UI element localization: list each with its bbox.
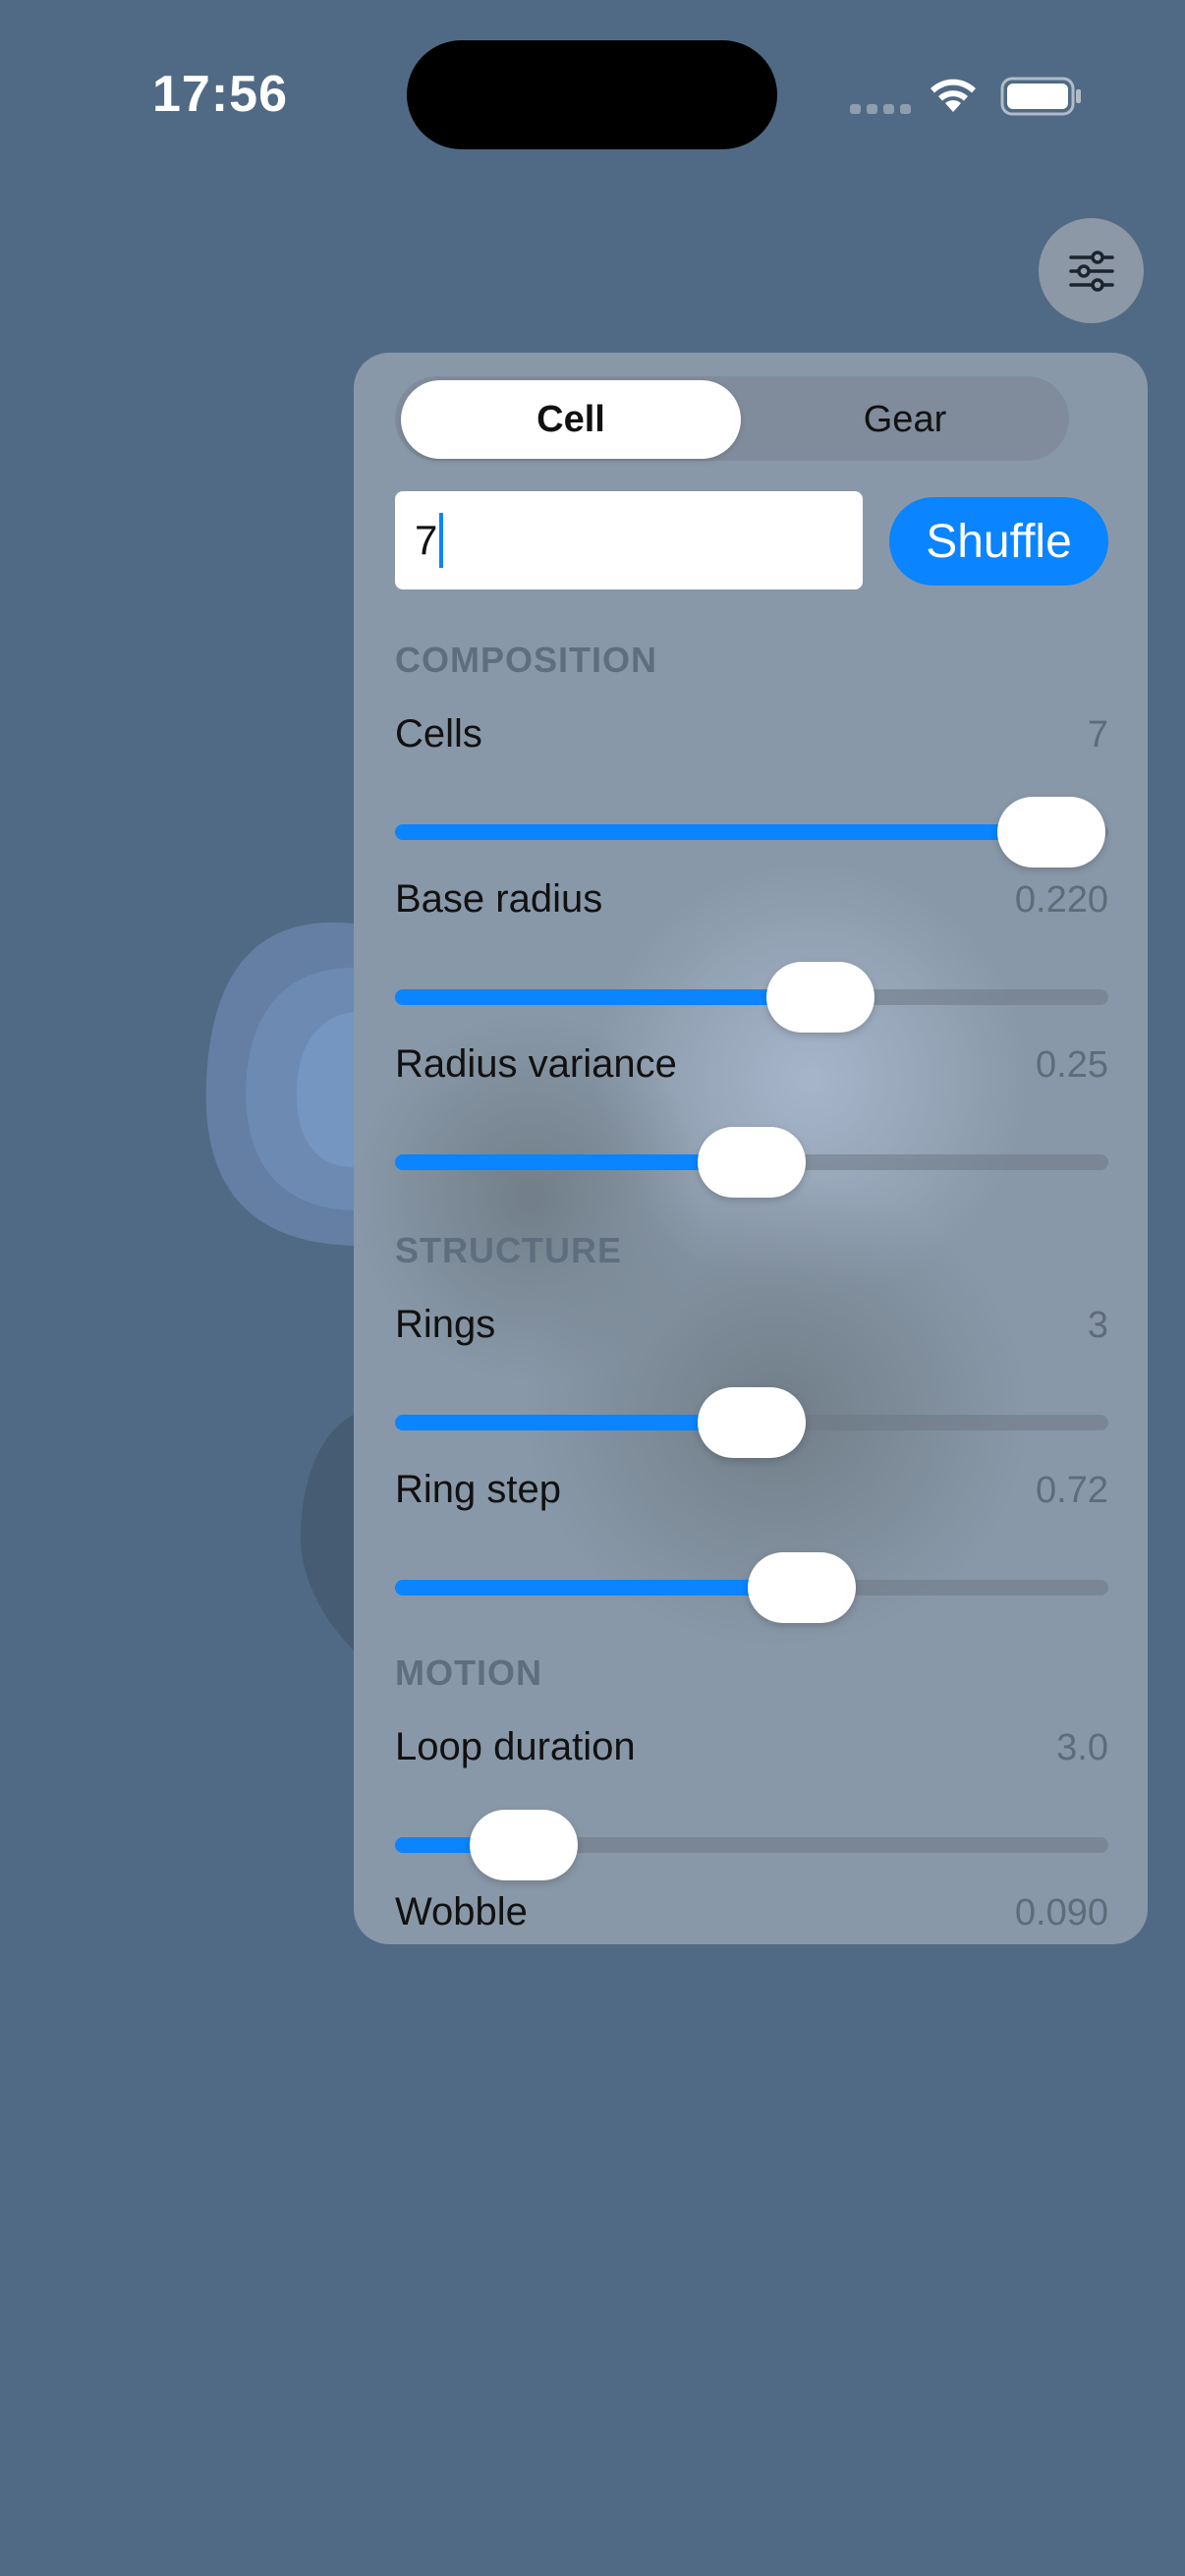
ring-step-slider-fill <box>395 1580 802 1596</box>
tab-gear[interactable]: Gear <box>735 380 1075 459</box>
dynamic-island <box>407 40 777 149</box>
wobble-label: Wobble <box>395 1890 528 1933</box>
section-title-composition: COMPOSITION <box>395 640 658 680</box>
cells-slider-thumb[interactable] <box>997 797 1105 868</box>
wifi-icon <box>931 79 976 112</box>
base-radius-value: 0.220 <box>1014 879 1108 921</box>
settings-toggle-button[interactable] <box>1039 218 1144 323</box>
loop-duration-label: Loop duration <box>395 1725 636 1768</box>
status-time: 17:56 <box>152 66 288 123</box>
settings-panel: Cell Gear 7 Shuffle COMPOSITION Cells 7 Bas… <box>354 353 1148 1944</box>
rings-value: 3 <box>1087 1305 1108 1346</box>
cells-slider[interactable] <box>395 797 1108 868</box>
rings-slider-thumb[interactable] <box>698 1387 806 1458</box>
cells-label: Cells <box>395 712 482 756</box>
radius-variance-slider-thumb[interactable] <box>698 1127 806 1198</box>
rings-label: Rings <box>395 1303 496 1346</box>
rings-slider[interactable] <box>395 1387 1108 1458</box>
loop-duration-value: 3.0 <box>1056 1727 1108 1768</box>
radius-variance-value: 0.25 <box>1036 1044 1108 1086</box>
cells-value: 7 <box>1087 714 1108 756</box>
seed-input[interactable]: 7 <box>395 491 863 589</box>
base-radius-slider-thumb[interactable] <box>766 962 875 1033</box>
wobble-value: 0.090 <box>1014 1892 1108 1933</box>
ring-step-label: Ring step <box>395 1468 561 1511</box>
tab-cell[interactable]: Cell <box>401 380 741 459</box>
battery-icon <box>1000 77 1081 116</box>
seed-value: 7 <box>415 517 438 563</box>
status-bar: 17:56 <box>0 0 1185 196</box>
cellular-signal-icon <box>850 104 911 114</box>
ring-step-value: 0.72 <box>1036 1470 1108 1511</box>
section-title-motion: MOTION <box>395 1652 542 1693</box>
cells-slider-fill <box>395 824 1051 840</box>
section-title-structure: STRUCTURE <box>395 1230 622 1270</box>
base-radius-label: Base radius <box>395 877 603 921</box>
base-radius-slider[interactable] <box>395 962 1108 1033</box>
loop-duration-slider[interactable] <box>395 1810 1108 1880</box>
base-radius-slider-fill <box>395 989 820 1005</box>
mode-segmented-control: Cell Gear <box>395 376 1069 461</box>
radius-variance-slider[interactable] <box>395 1127 1108 1198</box>
sliders-icon <box>1068 250 1114 292</box>
ring-step-slider-thumb[interactable] <box>748 1552 856 1623</box>
text-caret <box>439 513 444 568</box>
shuffle-button[interactable]: Shuffle <box>889 497 1108 586</box>
radius-variance-label: Radius variance <box>395 1042 677 1086</box>
loop-duration-slider-thumb[interactable] <box>470 1810 578 1880</box>
ring-step-slider[interactable] <box>395 1552 1108 1623</box>
